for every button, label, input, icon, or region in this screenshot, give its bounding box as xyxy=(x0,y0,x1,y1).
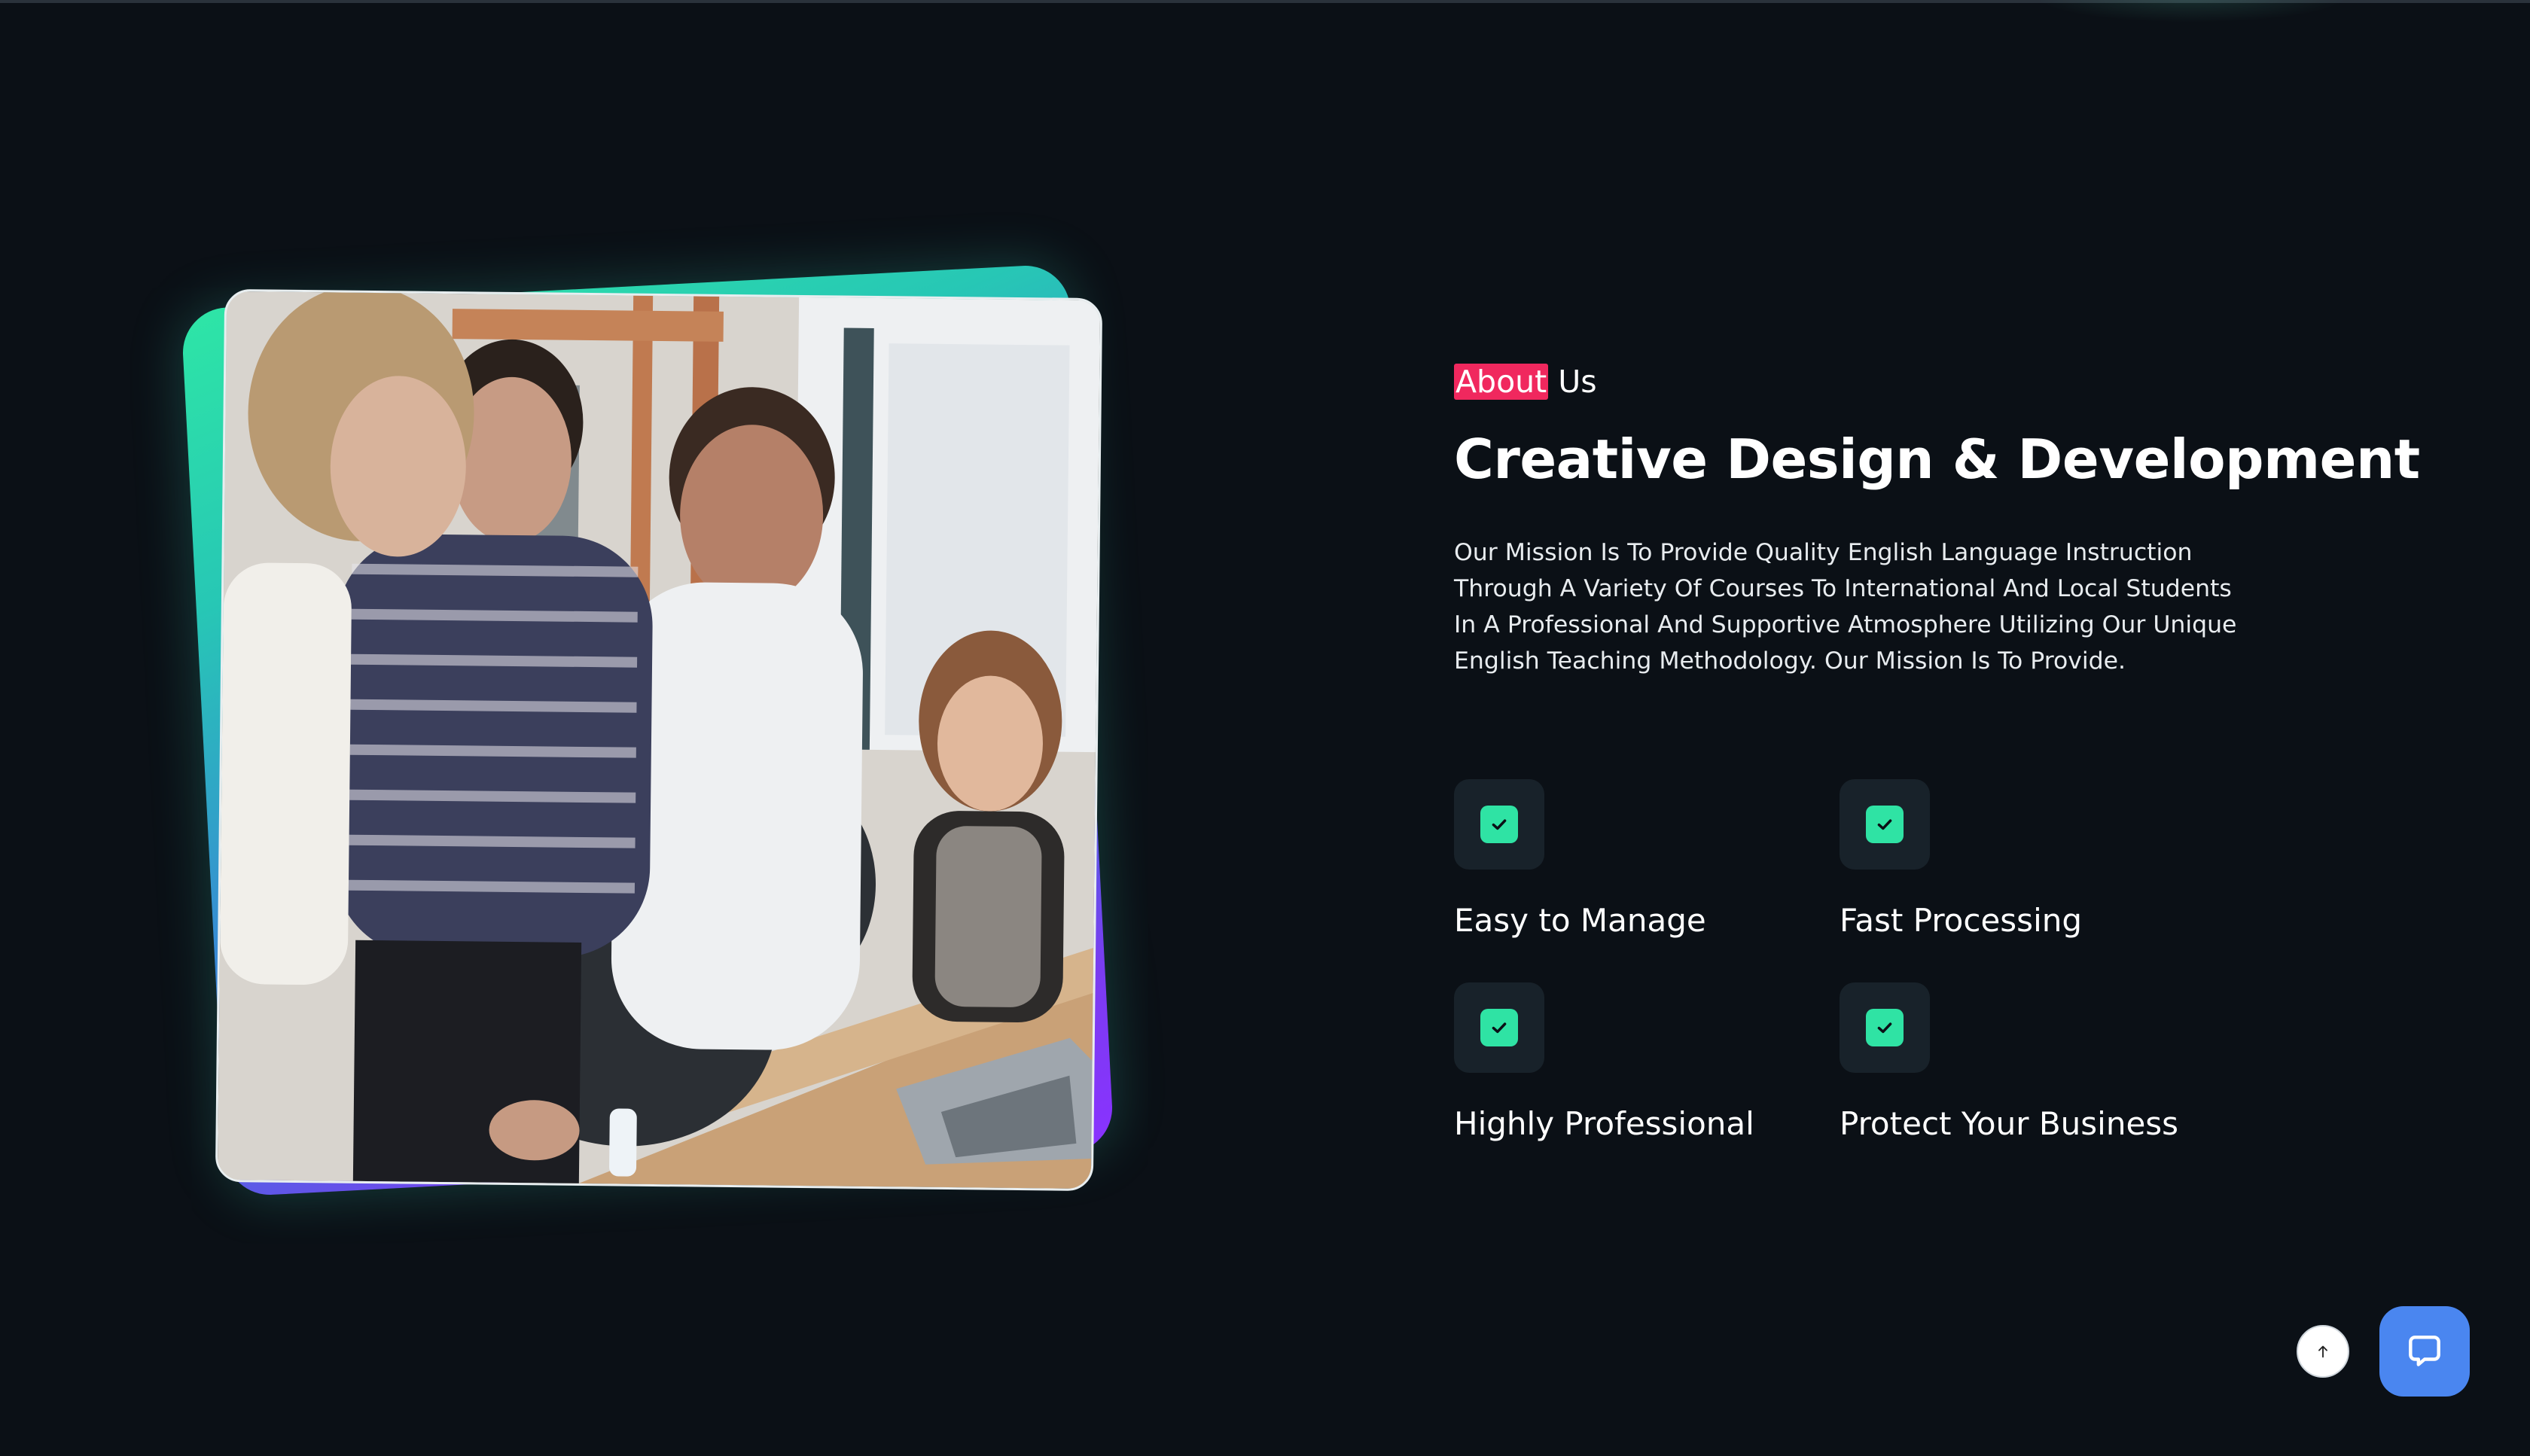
section-title: Creative Design & Development xyxy=(1454,428,2420,491)
top-glow xyxy=(2033,0,2349,23)
feature-icon-box xyxy=(1840,779,1930,870)
about-tag-rest: Us xyxy=(1548,364,1597,400)
check-icon xyxy=(1866,1009,1904,1046)
feature-icon-box xyxy=(1454,982,1544,1073)
about-tag: About Us xyxy=(1454,360,1597,404)
chat-button[interactable] xyxy=(2379,1306,2470,1397)
about-tag-highlight: About xyxy=(1454,364,1549,400)
section-description: Our Mission Is To Provide Quality Englis… xyxy=(1454,539,2237,675)
feature-label: Protect Your Business xyxy=(1840,1105,2179,1142)
chat-bubble-icon xyxy=(2409,1336,2440,1366)
check-icon xyxy=(1480,806,1518,843)
check-icon xyxy=(1480,1009,1518,1046)
feature-protect-your-business: Protect Your Business xyxy=(1840,982,2216,1144)
scroll-to-top-button[interactable] xyxy=(2297,1325,2349,1378)
feature-label: Fast Processing xyxy=(1840,902,2083,939)
feature-label: Highly Professional xyxy=(1454,1105,1754,1142)
feature-icon-box xyxy=(1840,982,1930,1073)
about-image-block xyxy=(180,263,1129,1220)
arrow-up-icon xyxy=(2318,1345,2327,1358)
feature-easy-to-manage: Easy to Manage xyxy=(1454,779,1830,940)
feature-fast-processing: Fast Processing xyxy=(1840,779,2216,940)
feature-highly-professional: Highly Professional xyxy=(1454,982,1830,1144)
team-photo xyxy=(215,288,1103,1192)
check-icon xyxy=(1866,806,1904,843)
feature-label: Easy to Manage xyxy=(1454,902,1706,939)
feature-icon-box xyxy=(1454,779,1544,870)
